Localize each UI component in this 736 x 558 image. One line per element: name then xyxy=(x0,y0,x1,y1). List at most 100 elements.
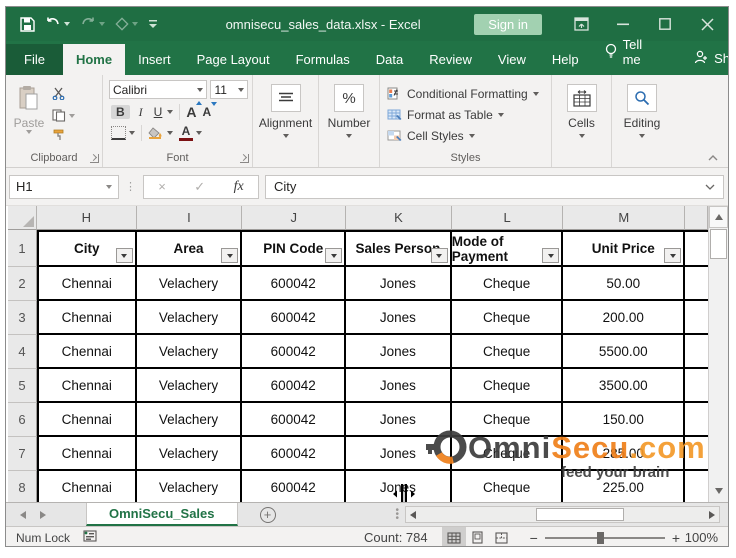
share-button[interactable]: Share xyxy=(681,42,728,75)
macro-record-icon[interactable] xyxy=(82,530,97,545)
insert-function-icon[interactable]: fx xyxy=(234,179,244,195)
header-cell-payment[interactable]: Mode of Payment xyxy=(451,230,564,267)
font-color-button[interactable]: A xyxy=(179,125,202,141)
undo-dropdown-icon[interactable] xyxy=(64,22,70,26)
row-header-4[interactable]: 4 xyxy=(8,335,37,369)
cell[interactable]: Velachery xyxy=(136,369,243,403)
row-header-6[interactable]: 6 xyxy=(8,403,37,437)
fill-color-button[interactable] xyxy=(148,127,173,139)
font-name-select[interactable]: Calibri xyxy=(109,80,208,99)
tab-data[interactable]: Data xyxy=(363,44,416,75)
tab-insert[interactable]: Insert xyxy=(125,44,184,75)
cell[interactable]: Cheque xyxy=(451,267,564,301)
decrease-font-button[interactable]: A xyxy=(202,102,218,119)
cell[interactable]: 600042 xyxy=(242,301,347,335)
filter-dropdown-area[interactable] xyxy=(221,248,239,263)
tab-view[interactable]: View xyxy=(485,44,539,75)
tab-review[interactable]: Review xyxy=(416,44,485,75)
clipboard-dialog-launcher-icon[interactable] xyxy=(90,154,99,163)
tab-page-layout[interactable]: Page Layout xyxy=(184,44,283,75)
cell[interactable]: Velachery xyxy=(136,437,243,471)
cell[interactable]: Cheque xyxy=(451,369,564,403)
scroll-up-button[interactable] xyxy=(709,206,728,228)
cell-partial[interactable] xyxy=(685,301,709,335)
cell[interactable]: 600042 xyxy=(242,471,347,502)
vertical-scroll-thumb[interactable] xyxy=(710,229,727,259)
zoom-out-button[interactable]: − xyxy=(530,530,538,546)
column-header-M[interactable]: M xyxy=(563,206,686,230)
horizontal-scrollbar[interactable] xyxy=(405,506,720,523)
name-box[interactable]: H1 xyxy=(9,174,119,199)
cell[interactable]: Jones xyxy=(346,437,452,471)
format-painter-button[interactable] xyxy=(52,128,75,144)
prev-sheet-icon[interactable] xyxy=(20,510,26,519)
cell[interactable]: Cheque xyxy=(451,437,564,471)
cell-partial[interactable] xyxy=(685,369,709,403)
tell-me-box[interactable]: Tell me xyxy=(592,29,656,75)
column-header-K[interactable]: K xyxy=(346,206,452,230)
scroll-right-button[interactable] xyxy=(705,507,719,522)
cell[interactable]: 200.00 xyxy=(563,301,686,335)
cell[interactable]: Chennai xyxy=(36,301,137,335)
copy-dropdown-icon[interactable] xyxy=(69,113,75,118)
cell[interactable]: Velachery xyxy=(136,267,243,301)
cell[interactable]: Velachery xyxy=(136,335,243,369)
borders-button[interactable] xyxy=(111,126,126,140)
cell-styles-button[interactable]: Cell Styles xyxy=(387,125,551,146)
cell[interactable]: Cheque xyxy=(451,471,564,502)
italic-button[interactable]: I xyxy=(136,105,146,120)
fill-color-dropdown-icon[interactable] xyxy=(167,131,173,135)
filter-dropdown-unitprice[interactable] xyxy=(664,248,682,263)
format-as-table-button[interactable]: Format as Table xyxy=(387,104,551,125)
zoom-in-button[interactable]: + xyxy=(672,530,680,546)
sheet-tab-active[interactable]: OmniSecu_Sales xyxy=(86,503,238,526)
cell[interactable]: Velachery xyxy=(136,403,243,437)
cells-group[interactable]: Cells xyxy=(552,75,612,167)
alignment-group[interactable]: Alignment xyxy=(253,75,319,167)
copy-button[interactable] xyxy=(52,109,75,122)
cell[interactable]: Cheque xyxy=(451,301,564,335)
cell[interactable]: Jones xyxy=(346,267,452,301)
count-indicator[interactable]: Count: 784 xyxy=(364,530,428,545)
cell[interactable]: 50.00 xyxy=(563,267,686,301)
increase-font-button[interactable]: A xyxy=(186,101,203,120)
cell[interactable]: 3500.00 xyxy=(563,369,686,403)
vertical-scrollbar[interactable] xyxy=(708,206,728,502)
borders-dropdown-icon[interactable] xyxy=(129,131,135,135)
underline-button[interactable]: U xyxy=(152,105,165,119)
header-cell-salesperson[interactable]: Sales Person xyxy=(346,230,452,267)
column-header-L[interactable]: L xyxy=(451,206,564,230)
expand-formula-bar-icon[interactable] xyxy=(705,184,715,190)
cell[interactable]: 150.00 xyxy=(563,403,686,437)
formula-bar-divider[interactable]: ⋮ xyxy=(125,180,137,193)
cell[interactable]: Chennai xyxy=(36,437,137,471)
cell[interactable]: Jones xyxy=(346,335,452,369)
page-break-view-button[interactable] xyxy=(490,527,514,546)
close-button[interactable] xyxy=(686,9,728,39)
scroll-down-button[interactable] xyxy=(709,480,728,502)
cell[interactable]: Velachery xyxy=(136,301,243,335)
cell[interactable]: Cheque xyxy=(451,335,564,369)
row-header-8[interactable]: 8 xyxy=(8,471,37,502)
cell[interactable]: Chennai xyxy=(36,335,137,369)
cell[interactable]: Chennai xyxy=(36,471,137,502)
tab-home[interactable]: Home xyxy=(62,44,126,75)
column-header-I[interactable]: I xyxy=(136,206,243,230)
formula-input[interactable]: City xyxy=(265,174,724,199)
font-color-dropdown-icon[interactable] xyxy=(196,131,202,135)
cancel-icon[interactable]: × xyxy=(158,179,166,194)
cell[interactable]: Jones xyxy=(346,403,452,437)
header-cell-pin[interactable]: PIN Code xyxy=(242,230,347,267)
zoom-slider-thumb[interactable] xyxy=(596,531,604,544)
cell[interactable]: 225.00 xyxy=(563,471,686,502)
collapse-ribbon-icon[interactable] xyxy=(708,155,718,161)
number-group[interactable]: % Number xyxy=(319,75,380,167)
sign-in-button[interactable]: Sign in xyxy=(474,13,542,35)
select-all-button[interactable] xyxy=(8,206,37,230)
cell-partial[interactable] xyxy=(685,267,709,301)
tab-formulas[interactable]: Formulas xyxy=(283,44,363,75)
cell-partial[interactable] xyxy=(685,335,709,369)
zoom-slider[interactable] xyxy=(544,531,665,544)
undo-button[interactable] xyxy=(45,17,70,31)
filter-dropdown-payment[interactable] xyxy=(542,248,560,263)
